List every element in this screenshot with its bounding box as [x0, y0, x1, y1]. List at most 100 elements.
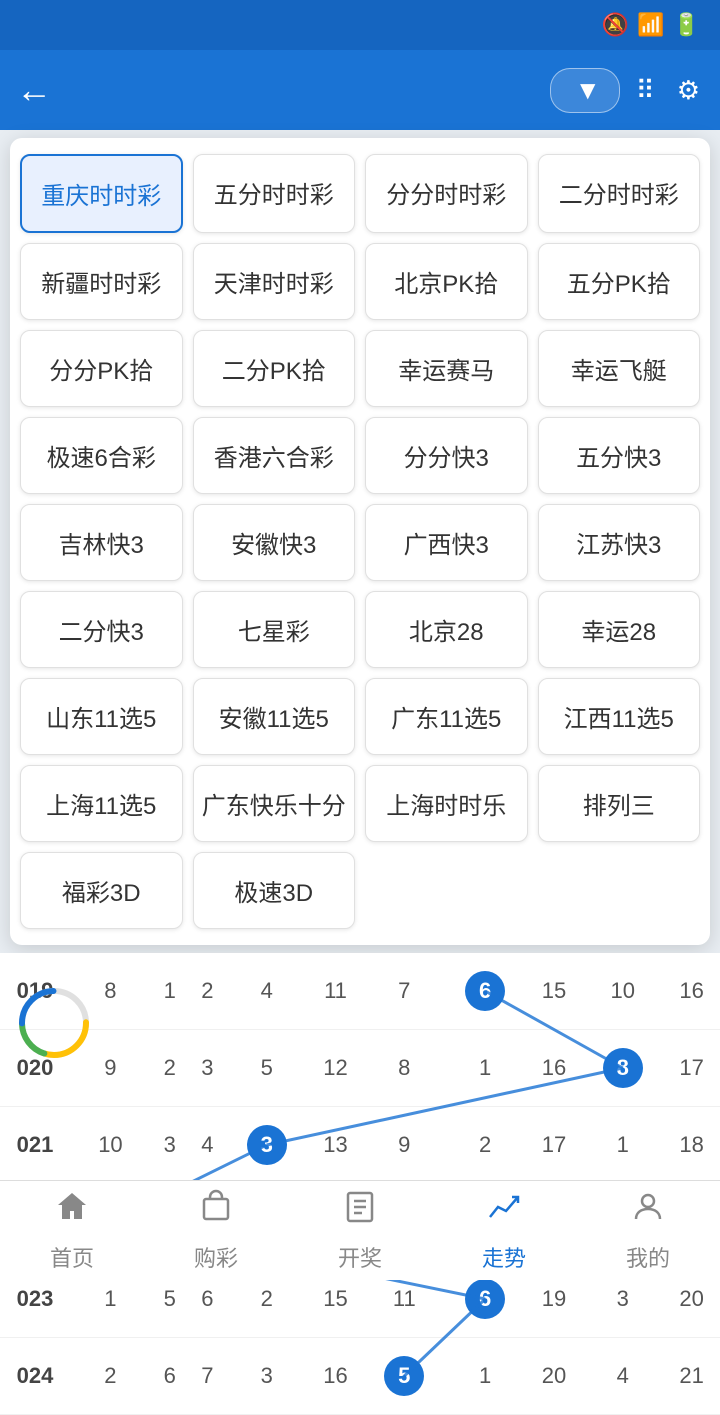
status-icons: 🔕 📶 🔋 — [602, 12, 700, 38]
cell-2-5: 9 — [364, 1107, 445, 1184]
cell-2-1: 3 — [151, 1107, 189, 1184]
cell-0-2: 2 — [189, 953, 227, 1030]
cell-2-4: 13 — [307, 1107, 364, 1184]
lottery-item-33[interactable]: 福彩3D — [20, 852, 183, 929]
lottery-item-9[interactable]: 分分PK拾 — [20, 330, 183, 407]
lottery-item-22[interactable]: 七星彩 — [193, 591, 356, 668]
lottery-selection-panel: 重庆时时彩五分时时彩分分时时彩二分时时彩新疆时时彩天津时时彩北京PK拾五分PK拾… — [10, 138, 710, 945]
cell-0-7: 15 — [526, 953, 583, 1030]
nav-item-result[interactable]: 开奖 — [288, 1181, 432, 1280]
lottery-item-3[interactable]: 分分时时彩 — [365, 154, 528, 233]
chevron-down-icon: ▼ — [575, 75, 601, 106]
lottery-item-34[interactable]: 极速3D — [193, 852, 356, 929]
lottery-item-26[interactable]: 安徽11选5 — [193, 678, 356, 755]
lottery-item-24[interactable]: 幸运28 — [538, 591, 701, 668]
lottery-item-13[interactable]: 极速6合彩 — [20, 417, 183, 494]
lottery-item-1[interactable]: 重庆时时彩 — [20, 154, 183, 233]
cell-2-9: 18 — [663, 1107, 720, 1184]
cell-0-6: 6 — [445, 953, 526, 1030]
lottery-item-23[interactable]: 北京28 — [365, 591, 528, 668]
cell-1-4: 12 — [307, 1030, 364, 1107]
cell-2-0: 10 — [70, 1107, 151, 1184]
cell-5-4: 16 — [307, 1338, 364, 1415]
lottery-item-21[interactable]: 二分快3 — [20, 591, 183, 668]
lottery-item-11[interactable]: 幸运赛马 — [365, 330, 528, 407]
cell-5-6: 1 — [445, 1338, 526, 1415]
cell-1-7: 16 — [526, 1030, 583, 1107]
cell-1-8: 8 — [582, 1030, 663, 1107]
cell-0-9: 16 — [663, 953, 720, 1030]
table-row: 01981241176151016 — [0, 953, 720, 1030]
progress-circle — [14, 983, 94, 1063]
lottery-item-7[interactable]: 北京PK拾 — [365, 243, 528, 320]
lottery-item-30[interactable]: 广东快乐十分 — [193, 765, 356, 842]
cell-5-1: 6 — [151, 1338, 189, 1415]
lottery-item-12[interactable]: 幸运飞艇 — [538, 330, 701, 407]
lottery-item-4[interactable]: 二分时时彩 — [538, 154, 701, 233]
lottery-item-31[interactable]: 上海时时乐 — [365, 765, 528, 842]
battery-icon: 🔋 — [673, 12, 700, 38]
muted-icon: 🔕 — [602, 12, 629, 38]
nav-item-buy[interactable]: 购彩 — [144, 1181, 288, 1280]
highlighted-number: 3 — [247, 1125, 287, 1165]
back-button[interactable]: ← — [16, 69, 52, 111]
table-row: 0209235128116817 — [0, 1030, 720, 1107]
bottom-navigation: 首页 购彩开奖 走势 我的 — [0, 1180, 720, 1280]
lottery-item-17[interactable]: 吉林快3 — [20, 504, 183, 581]
lottery-item-10[interactable]: 二分PK拾 — [193, 330, 356, 407]
lottery-grid: 重庆时时彩五分时时彩分分时时彩二分时时彩新疆时时彩天津时时彩北京PK拾五分PK拾… — [20, 154, 700, 929]
lottery-item-19[interactable]: 广西快3 — [365, 504, 528, 581]
nav-label-result: 开奖 — [338, 1241, 382, 1273]
lottery-item-6[interactable]: 天津时时彩 — [193, 243, 356, 320]
cell-0-1: 1 — [151, 953, 189, 1030]
cell-1-1: 2 — [151, 1030, 189, 1107]
trend-icon — [486, 1189, 522, 1235]
highlighted-number: 5 — [384, 1356, 424, 1396]
highlighted-number: 6 — [465, 1279, 505, 1319]
lottery-item-27[interactable]: 广东11选5 — [365, 678, 528, 755]
lottery-item-32[interactable]: 排列三 — [538, 765, 701, 842]
lottery-item-29[interactable]: 上海11选5 — [20, 765, 183, 842]
result-icon — [342, 1189, 378, 1235]
lottery-item-14[interactable]: 香港六合彩 — [193, 417, 356, 494]
lottery-item-16[interactable]: 五分快3 — [538, 417, 701, 494]
cell-0-8: 10 — [582, 953, 663, 1030]
highlighted-number: 8 — [603, 1048, 643, 1088]
cell-5-9: 21 — [663, 1338, 720, 1415]
table-row: 0242673165120421 — [0, 1338, 720, 1415]
cell-1-3: 5 — [226, 1030, 307, 1107]
cell-5-3: 3 — [226, 1338, 307, 1415]
lottery-item-5[interactable]: 新疆时时彩 — [20, 243, 183, 320]
cell-1-2: 3 — [189, 1030, 227, 1107]
cell-2-6: 2 — [445, 1107, 526, 1184]
cell-2-2: 4 — [189, 1107, 227, 1184]
helper-button[interactable]: ⚙ — [677, 75, 704, 106]
lottery-item-18[interactable]: 安徽快3 — [193, 504, 356, 581]
trend-dropdown[interactable]: ▼ — [550, 68, 620, 113]
cell-0-4: 11 — [307, 953, 364, 1030]
lottery-item-15[interactable]: 分分快3 — [365, 417, 528, 494]
cell-1-6: 1 — [445, 1030, 526, 1107]
mine-icon — [630, 1189, 666, 1235]
lottery-item-25[interactable]: 山东11选5 — [20, 678, 183, 755]
lottery-item-20[interactable]: 江苏快3 — [538, 504, 701, 581]
lottery-type-button[interactable]: ⠿ — [636, 75, 661, 106]
lottery-item-28[interactable]: 江西11选5 — [538, 678, 701, 755]
grid-icon: ⠿ — [636, 75, 655, 106]
cell-5-8: 4 — [582, 1338, 663, 1415]
nav-item-trend[interactable]: 走势 — [432, 1181, 576, 1280]
nav-item-mine[interactable]: 我的 — [576, 1181, 720, 1280]
table-row: 02110343139217118 — [0, 1107, 720, 1184]
cell-5-2: 7 — [189, 1338, 227, 1415]
cell-1-5: 8 — [364, 1030, 445, 1107]
lottery-item-2[interactable]: 五分时时彩 — [193, 154, 356, 233]
nav-label-trend: 走势 — [482, 1241, 526, 1273]
home-icon — [54, 1189, 90, 1235]
lottery-item-8[interactable]: 五分PK拾 — [538, 243, 701, 320]
wifi-icon: 📶 — [637, 12, 664, 38]
cell-2-7: 17 — [526, 1107, 583, 1184]
nav-item-home[interactable]: 首页 — [0, 1181, 144, 1280]
cell-1-9: 17 — [663, 1030, 720, 1107]
nav-label-home: 首页 — [50, 1241, 94, 1273]
cell-5-7: 20 — [526, 1338, 583, 1415]
